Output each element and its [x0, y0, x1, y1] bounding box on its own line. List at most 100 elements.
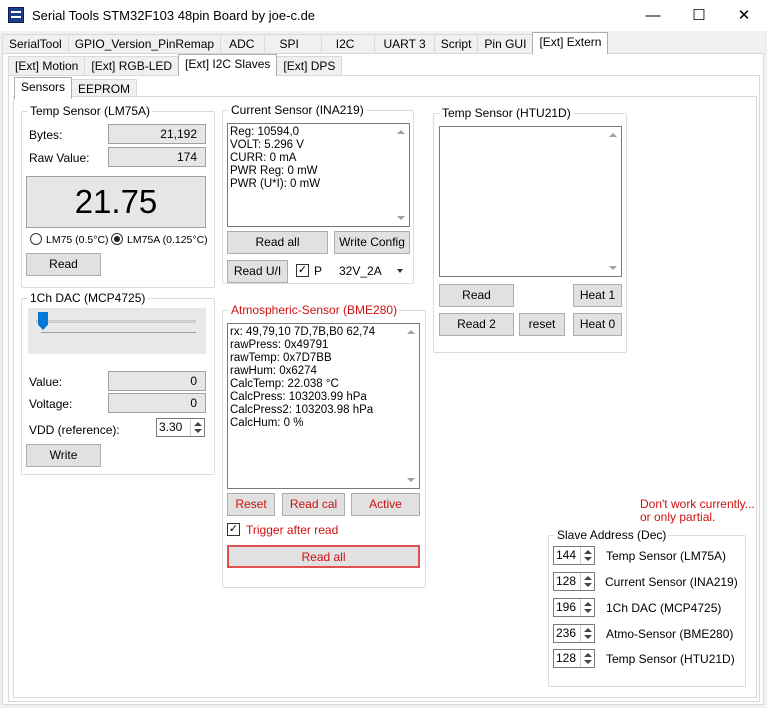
dac-title: 1Ch DAC (MCP4725): [28, 291, 148, 305]
raw-value: 174: [108, 147, 206, 167]
bme280-line: rawTemp: 0x7D7BB: [230, 352, 332, 364]
tab-i2c[interactable]: I2C: [320, 34, 376, 54]
bme280-line: rawHum: 0x6274: [230, 365, 317, 377]
heat0-button[interactable]: Heat 0: [573, 313, 622, 336]
dac-voltage-label: Voltage:: [29, 397, 73, 411]
htu21d-title: Temp Sensor (HTU21D): [440, 106, 573, 120]
tab-gpio[interactable]: GPIO_Version_PinRemap: [67, 34, 222, 54]
htu21d-read-button[interactable]: Read: [439, 284, 514, 307]
slave-address-spinner[interactable]: [580, 625, 594, 642]
slave-address-spinner[interactable]: [580, 599, 594, 616]
close-button[interactable]: ✕: [721, 0, 767, 31]
bme280-read-all-button[interactable]: Read all: [227, 545, 420, 568]
bme280-line: CalcPress: 103203.99 hPa: [230, 391, 367, 403]
slave-address-spinner[interactable]: [580, 573, 594, 590]
slave-name: 1Ch DAC (MCP4725): [606, 601, 722, 615]
lm75a-radio-label: LM75A (0.125°C): [127, 234, 208, 246]
tab-extern[interactable]: [Ext] Extern: [532, 32, 609, 54]
read2-button[interactable]: Read 2: [439, 313, 514, 336]
slave-address-value: 236: [556, 626, 577, 640]
ina219-line: Reg: 10594,0: [230, 126, 300, 138]
slave-address-spinner[interactable]: [580, 547, 594, 564]
notice-line1: Don't work currently...: [640, 497, 755, 511]
ina219-line: PWR Reg: 0 mW: [230, 165, 318, 177]
dac-value-label: Value:: [29, 375, 63, 389]
slave-address-value: 144: [556, 548, 577, 562]
ina219-output[interactable]: Reg: 10594,0 VOLT: 5.296 V CURR: 0 mA PW…: [227, 123, 410, 227]
minimize-button[interactable]: —: [630, 0, 676, 31]
p-checkbox[interactable]: ✓: [296, 264, 309, 277]
lm75a-radio[interactable]: [111, 233, 123, 245]
trigger-label: Trigger after read: [246, 523, 339, 537]
htu21d-output[interactable]: [439, 126, 622, 277]
slave-address-value: 128: [556, 651, 577, 665]
tab-uart3[interactable]: UART 3: [374, 34, 435, 54]
ina219-line: CURR: 0 mA: [230, 152, 297, 164]
lm75-read-button[interactable]: Read: [26, 253, 101, 276]
tab-pin-gui[interactable]: Pin GUI: [477, 34, 534, 54]
write-config-button[interactable]: Write Config: [334, 231, 410, 254]
bme280-line: rx: 49,79,10 7D,7B,B0 62,74: [230, 326, 376, 338]
bytes-value: 21,192: [108, 124, 206, 144]
tab-script[interactable]: Script: [433, 34, 479, 54]
maximize-button[interactable]: ☐: [676, 0, 722, 31]
tab-adc[interactable]: ADC: [220, 34, 266, 54]
slider-track: [36, 320, 196, 323]
htu21d-scrollbar[interactable]: [606, 127, 621, 276]
bme280-output[interactable]: rx: 49,79,10 7D,7B,B0 62,74 rawPress: 0x…: [227, 323, 420, 489]
vdd-label: VDD (reference):: [29, 423, 120, 437]
tab-ext-rgb-led[interactable]: [Ext] RGB-LED: [84, 56, 180, 76]
ext-tab-strip: [Ext] Motion [Ext] RGB-LED [Ext] I2C Sla…: [8, 54, 343, 76]
tab-ext-motion[interactable]: [Ext] Motion: [8, 56, 86, 76]
slave-name: Temp Sensor (LM75A): [606, 549, 727, 563]
notice-line2: or only partial.: [640, 510, 716, 524]
bme280-line: CalcHum: 0 %: [230, 417, 304, 429]
active-button[interactable]: Active: [351, 493, 420, 516]
lm75-radio[interactable]: [30, 233, 42, 245]
bme280-title: Atmospheric-Sensor (BME280): [229, 303, 400, 317]
bme280-scrollbar[interactable]: [404, 324, 419, 488]
bme280-line: rawPress: 0x49791: [230, 339, 329, 351]
ina219-scrollbar[interactable]: [394, 124, 409, 226]
slave-address-value: 128: [556, 574, 577, 588]
raw-value-label: Raw Value:: [29, 151, 90, 165]
tab-spi[interactable]: SPI: [264, 34, 322, 54]
htu21d-reset-button[interactable]: reset: [519, 313, 565, 336]
slave-name: Temp Sensor (HTU21D): [606, 652, 735, 666]
slider-ticks: [41, 332, 196, 333]
tab-sensors[interactable]: Sensors: [14, 77, 73, 99]
lm75-title: Temp Sensor (LM75A): [28, 104, 153, 118]
slave-address-input[interactable]: 236: [553, 624, 595, 643]
bme280-line: CalcPress2: 103203.98 hPa: [230, 404, 374, 416]
tab-ext-i2c-slaves[interactable]: [Ext] I2C Slaves: [178, 54, 278, 76]
vdd-input[interactable]: 3.30: [156, 418, 205, 437]
range-select[interactable]: 32V_2A: [334, 260, 410, 281]
heat1-button[interactable]: Heat 1: [573, 284, 622, 307]
read-cal-button[interactable]: Read cal: [282, 493, 345, 516]
read-ui-button[interactable]: Read U/I: [227, 260, 288, 283]
chevron-down-icon[interactable]: [397, 269, 403, 273]
slave-address-input[interactable]: 144: [553, 546, 595, 565]
lm75-radio-label: LM75 (0.5°C): [46, 234, 109, 246]
slave-address-input[interactable]: 128: [553, 572, 595, 591]
dac-voltage: 0: [108, 393, 206, 413]
slave-name: Atmo-Sensor (BME280): [606, 627, 734, 641]
tab-serialtool[interactable]: SerialTool: [2, 34, 69, 54]
slider-thumb[interactable]: [38, 312, 48, 330]
p-label: P: [314, 264, 323, 278]
slave-name: Current Sensor (INA219): [605, 575, 738, 589]
temperature-display: 21.75: [26, 176, 206, 228]
slave-address-input[interactable]: 196: [553, 598, 595, 617]
main-tab-strip: SerialTool GPIO_Version_PinRemap ADC SPI…: [2, 32, 609, 54]
slave-address-input[interactable]: 128: [553, 649, 595, 668]
slave-address-value: 196: [556, 600, 577, 614]
bme280-reset-button[interactable]: Reset: [227, 493, 275, 516]
tab-ext-dps[interactable]: [Ext] DPS: [276, 56, 343, 76]
dac-slider[interactable]: [28, 308, 206, 354]
slave-address-spinner[interactable]: [580, 650, 594, 667]
dac-write-button[interactable]: Write: [26, 444, 101, 467]
vdd-spinner[interactable]: [190, 419, 204, 436]
ina219-line: PWR (U*I): 0 mW: [230, 178, 321, 190]
trigger-checkbox[interactable]: ✓: [227, 523, 240, 536]
ina219-read-all-button[interactable]: Read all: [227, 231, 328, 254]
